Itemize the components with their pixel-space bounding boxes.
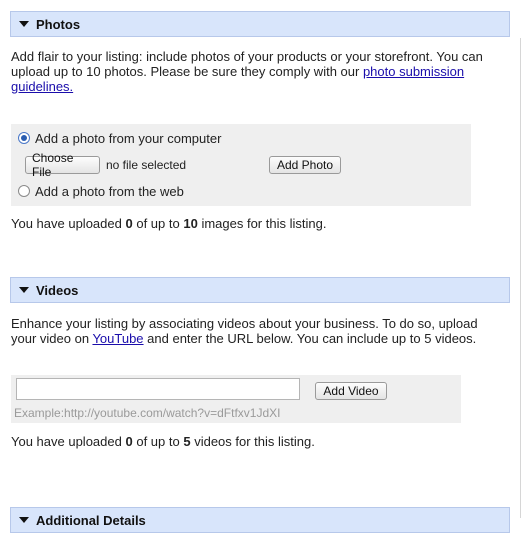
status-middle: of up to [136,434,180,449]
collapse-triangle-icon[interactable] [19,517,29,523]
youtube-link[interactable]: YouTube [92,331,143,346]
status-middle: of up to [136,216,180,231]
photos-description: Add flair to your listing: include photo… [11,49,501,94]
status-prefix: You have uploaded [11,216,122,231]
videos-description-suffix: and enter the URL below. You can include… [147,331,477,346]
status-prefix: You have uploaded [11,434,122,449]
photo-upload-status: You have uploaded 0 of up to 10 images f… [11,216,326,231]
add-video-button[interactable]: Add Video [315,382,387,400]
radio-web[interactable] [18,185,30,197]
additional-details-section-header[interactable]: Additional Details [10,507,510,533]
videos-section-header[interactable]: Videos [10,277,510,303]
collapse-triangle-icon[interactable] [19,287,29,293]
status-count: 0 [125,216,133,231]
videos-header-title: Videos [36,283,79,298]
photo-from-computer-label: Add a photo from your computer [35,130,222,146]
photo-from-web-label: Add a photo from the web [35,183,184,199]
no-file-selected-text: no file selected [106,158,187,172]
right-border [520,38,521,518]
collapse-triangle-icon[interactable] [19,21,29,27]
video-upload-status: You have uploaded 0 of up to 5 videos fo… [11,434,315,449]
videos-description: Enhance your listing by associating vide… [11,316,501,346]
add-photo-button[interactable]: Add Photo [269,156,341,174]
choose-file-button[interactable]: Choose File [25,151,100,179]
status-suffix: videos for this listing. [194,434,315,449]
status-count: 0 [125,434,133,449]
photo-from-web-option[interactable]: Add a photo from the web [18,182,184,200]
status-max: 5 [183,434,191,449]
additional-details-header-title: Additional Details [36,513,146,528]
photos-header-title: Photos [36,17,81,32]
photos-section-header[interactable]: Photos [10,11,510,37]
video-url-example: Example:http://youtube.com/watch?v=dFtfx… [14,406,281,420]
status-suffix: images for this listing. [201,216,327,231]
status-max: 10 [183,216,198,231]
video-url-input[interactable] [16,378,300,400]
photo-from-computer-option[interactable]: Add a photo from your computer [18,129,221,147]
radio-computer[interactable] [18,132,30,144]
